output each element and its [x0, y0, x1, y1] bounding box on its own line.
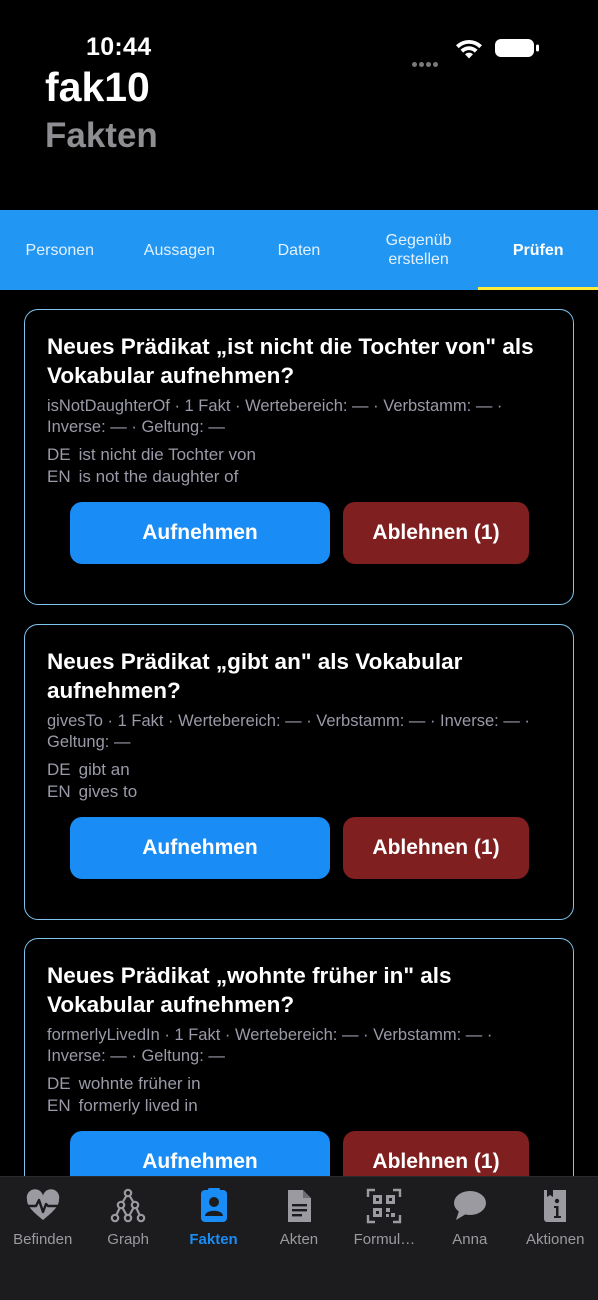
card-meta: givesTo · 1 Fakt · Wertebereich: — · Ver…	[47, 712, 530, 751]
tab-label: Personen	[25, 241, 95, 259]
app-title: fak10	[45, 64, 150, 110]
translation-de: DE ist nicht die Tochter von	[47, 444, 551, 466]
nav-fakten[interactable]: Fakten	[171, 1177, 256, 1300]
nav-label: Befinden	[13, 1231, 73, 1248]
lang-text: formerly lived in	[78, 1096, 198, 1115]
tab-label: Daten	[277, 241, 321, 259]
top-tab-bar: Personen Aussagen Daten Gegenüb erstelle…	[0, 210, 598, 290]
reject-button[interactable]: Ablehnen (1)	[343, 817, 529, 879]
card-title: Neues Prädikat „ist nicht die Tochter vo…	[47, 334, 534, 388]
wifi-icon	[456, 39, 482, 59]
nav-akten[interactable]: Akten	[256, 1177, 341, 1300]
nav-label: Formul…	[353, 1231, 416, 1248]
document-icon	[287, 1190, 311, 1222]
lang-code: EN	[47, 1096, 71, 1115]
tab-aussagen[interactable]: Aussagen	[120, 210, 240, 290]
page-title: Fakten	[45, 116, 158, 155]
card-actions: Aufnehmen Ablehnen (1)	[70, 817, 529, 879]
accept-button[interactable]: Aufnehmen	[70, 1131, 330, 1176]
battery-icon	[495, 39, 539, 57]
contact-book-icon	[200, 1188, 227, 1222]
lang-text: ist nicht die Tochter von	[78, 445, 256, 464]
card-meta: isNotDaughterOf · 1 Fakt · Wertebereich:…	[47, 397, 503, 436]
status-bar: 10:44	[0, 0, 598, 70]
translation-de: DE gibt an	[47, 759, 551, 781]
card-title: Neues Prädikat „gibt an" als Vokabular a…	[47, 649, 463, 703]
lang-text: wohnte früher in	[78, 1074, 201, 1093]
nav-aktionen[interactable]: Aktionen	[513, 1177, 598, 1300]
translation-en: EN gives to	[47, 781, 551, 803]
lang-text: gives to	[78, 782, 138, 801]
tab-gegenueberstellen[interactable]: Gegenüb erstellen	[359, 210, 479, 290]
card-actions: Aufnehmen Ablehnen (1)	[70, 1131, 529, 1176]
translation-list: DE wohnte früher in EN formerly lived in	[47, 1073, 551, 1117]
tab-label: Aussagen	[143, 241, 215, 259]
predicate-card: Neues Prädikat „gibt an" als Vokabular a…	[24, 624, 574, 920]
predicate-card: Neues Prädikat „ist nicht die Tochter vo…	[24, 309, 574, 605]
lang-code: DE	[47, 1074, 71, 1093]
lang-code: DE	[47, 760, 71, 779]
status-time: 10:44	[86, 33, 152, 61]
nav-graph[interactable]: Graph	[85, 1177, 170, 1300]
accept-button[interactable]: Aufnehmen	[70, 502, 330, 564]
tab-pruefen[interactable]: Prüfen	[478, 210, 598, 290]
review-list[interactable]: Neues Prädikat „ist nicht die Tochter vo…	[0, 290, 598, 1176]
tab-label: Gegenüb erstellen	[385, 232, 452, 268]
predicate-card: Neues Prädikat „wohnte früher in" als Vo…	[24, 938, 574, 1176]
lang-text: gibt an	[78, 760, 130, 779]
translation-list: DE ist nicht die Tochter von EN is not the…	[47, 444, 551, 488]
lang-code: EN	[47, 467, 71, 486]
nav-label: Aktionen	[526, 1231, 585, 1248]
accept-button[interactable]: Aufnehmen	[70, 817, 330, 879]
tab-label: Prüfen	[512, 241, 564, 259]
tab-personen[interactable]: Personen	[0, 210, 120, 290]
translation-de: DE wohnte früher in	[47, 1073, 551, 1095]
lang-code: DE	[47, 445, 71, 464]
tab-daten[interactable]: Daten	[239, 210, 359, 290]
info-book-icon	[544, 1190, 567, 1222]
translation-en: EN is not the daughter of	[47, 466, 551, 488]
translation-en: EN formerly lived in	[47, 1095, 551, 1117]
qr-code-icon	[367, 1188, 402, 1224]
card-actions: Aufnehmen Ablehnen (1)	[70, 502, 529, 564]
lang-text: is not the daughter of	[78, 467, 239, 486]
nav-label: Akten	[279, 1231, 319, 1248]
nav-anna[interactable]: Anna	[427, 1177, 512, 1300]
nav-formulare[interactable]: Formul…	[342, 1177, 427, 1300]
lang-code: EN	[47, 782, 71, 801]
card-meta: formerlyLivedIn · 1 Fakt · Wertebereich:…	[47, 1026, 493, 1065]
nav-label: Graph	[107, 1231, 149, 1248]
translation-list: DE gibt an EN gives to	[47, 759, 551, 803]
reject-button[interactable]: Ablehnen (1)	[343, 1131, 529, 1176]
nav-label: Fakten	[189, 1231, 238, 1248]
heart-pulse-icon	[26, 1189, 59, 1220]
reject-button[interactable]: Ablehnen (1)	[343, 502, 529, 564]
signal-dots-icon	[412, 54, 442, 67]
graph-icon	[110, 1188, 146, 1223]
chat-bubble-icon	[453, 1191, 486, 1220]
bottom-tab-bar: Befinden Graph Fakten Akten Formul… Anna…	[0, 1176, 598, 1300]
nav-befinden[interactable]: Befinden	[0, 1177, 85, 1300]
nav-label: Anna	[452, 1231, 488, 1248]
card-title: Neues Prädikat „wohnte früher in" als Vo…	[47, 963, 452, 1017]
